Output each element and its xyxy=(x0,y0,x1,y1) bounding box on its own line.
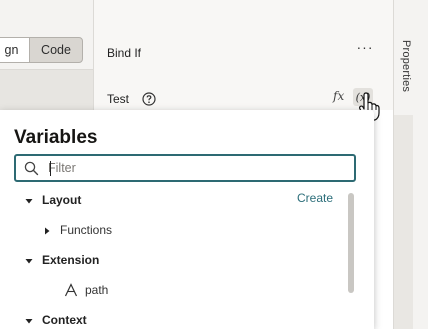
text-caret xyxy=(50,161,51,176)
tree-node-label: Context xyxy=(42,313,87,327)
editor-toolbar: gn Code xyxy=(0,0,93,70)
string-type-icon xyxy=(64,283,78,297)
filter-search-box[interactable] xyxy=(14,154,356,182)
popup-title: Variables xyxy=(14,127,98,148)
search-icon xyxy=(24,161,39,179)
tree-node-label: Extension xyxy=(42,253,100,267)
bind-if-label: Bind If xyxy=(107,46,142,60)
tree-node-context[interactable]: Context xyxy=(24,310,87,329)
tree-node-label: path xyxy=(85,283,109,297)
filter-input[interactable] xyxy=(48,159,348,177)
variables-tree: Layout Functions Extension path Context xyxy=(0,190,345,329)
tab-properties[interactable]: Properties xyxy=(398,40,420,104)
caret-down-icon[interactable] xyxy=(24,315,34,325)
tree-node-label: Layout xyxy=(42,193,82,207)
help-circle-icon[interactable] xyxy=(142,92,156,109)
test-label: Test xyxy=(107,92,130,106)
tree-node-functions[interactable]: Functions xyxy=(42,220,112,240)
tree-node-layout[interactable]: Layout xyxy=(24,190,81,210)
tab-properties-label: Properties xyxy=(400,40,412,93)
caret-down-icon[interactable] xyxy=(24,195,34,205)
variables-popup: Variables Create Layout Functions xyxy=(0,110,374,329)
side-panel-rail-inner xyxy=(393,115,413,329)
tree-node-path[interactable]: path xyxy=(64,280,108,300)
properties-panel: Bind If ··· Test fx (x) xyxy=(93,0,393,110)
tree-scrollbar[interactable] xyxy=(348,193,354,293)
tree-node-label: Functions xyxy=(60,223,113,237)
caret-down-icon[interactable] xyxy=(24,255,34,265)
expression-button[interactable]: fx xyxy=(333,89,344,103)
tree-node-extension[interactable]: Extension xyxy=(24,250,99,270)
design-mode-button[interactable]: gn xyxy=(0,37,30,63)
code-mode-button[interactable]: Code xyxy=(29,37,83,63)
caret-right-icon[interactable] xyxy=(42,225,52,235)
canvas-area xyxy=(0,70,93,110)
more-options-button[interactable]: ··· xyxy=(356,40,374,58)
